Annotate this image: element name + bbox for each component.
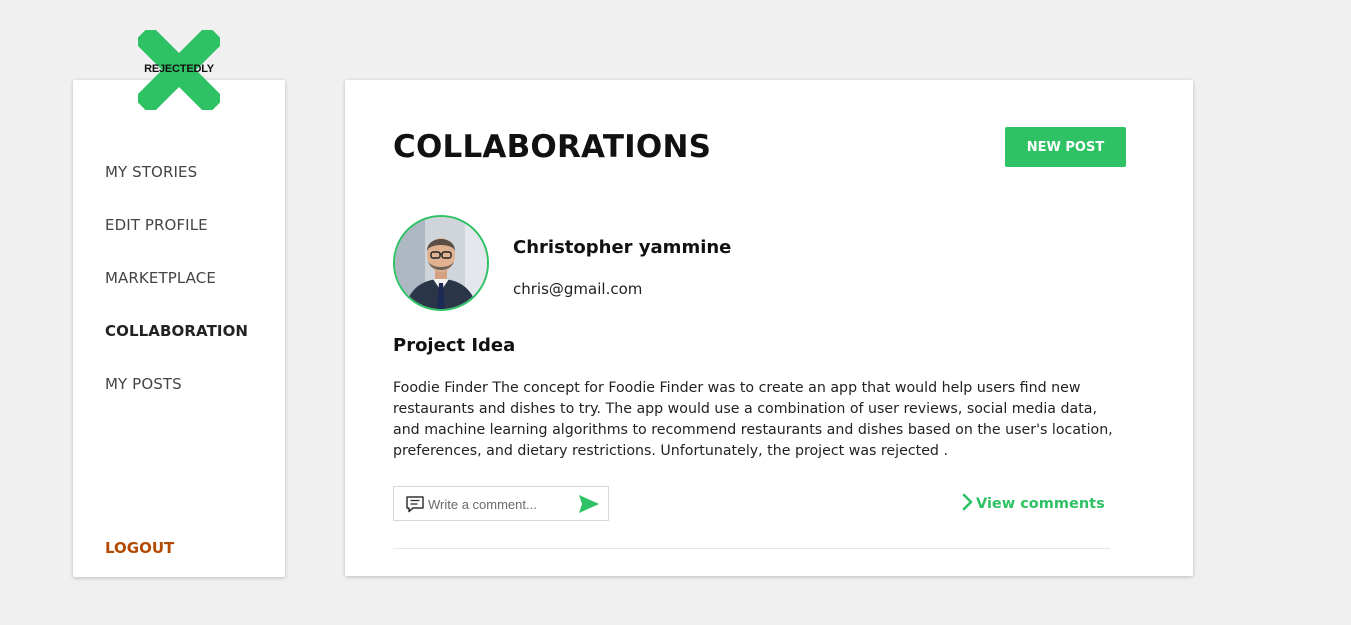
comment-icon bbox=[405, 495, 425, 517]
post-author-email: chris@gmail.com bbox=[513, 280, 643, 298]
sidebar-item-my-posts[interactable]: MY POSTS bbox=[105, 375, 182, 393]
sidebar: MY STORIES EDIT PROFILE MARKETPLACE COLL… bbox=[73, 80, 285, 577]
post-body: Foodie Finder The concept for Foodie Fin… bbox=[393, 380, 1113, 459]
comment-box bbox=[393, 486, 609, 521]
sidebar-item-edit-profile[interactable]: EDIT PROFILE bbox=[105, 216, 208, 234]
new-post-button[interactable]: NEW POST bbox=[1005, 127, 1126, 167]
logout-link[interactable]: LOGOUT bbox=[105, 539, 174, 557]
main-panel: COLLABORATIONS NEW POST Christopher yamm… bbox=[345, 80, 1193, 576]
brand-logo[interactable]: REJECTEDLY bbox=[138, 30, 220, 110]
view-comments-label: View comments bbox=[976, 496, 1105, 512]
view-comments-link[interactable]: View comments bbox=[962, 493, 1105, 515]
send-icon[interactable] bbox=[578, 494, 600, 518]
post-author-name: Christopher yammine bbox=[513, 237, 732, 258]
avatar-image bbox=[395, 217, 487, 309]
user-avatar[interactable] bbox=[393, 215, 489, 311]
page-title: COLLABORATIONS bbox=[393, 129, 712, 165]
sidebar-item-my-stories[interactable]: MY STORIES bbox=[105, 163, 197, 181]
post-title: Project Idea bbox=[393, 335, 516, 356]
post-divider bbox=[393, 548, 1110, 549]
chevron-right-icon bbox=[962, 493, 973, 515]
sidebar-item-collaboration[interactable]: COLLABORATION bbox=[105, 322, 248, 340]
comment-input[interactable] bbox=[428, 493, 568, 515]
sidebar-item-marketplace[interactable]: MARKETPLACE bbox=[105, 269, 216, 287]
brand-name: REJECTEDLY bbox=[144, 63, 214, 75]
